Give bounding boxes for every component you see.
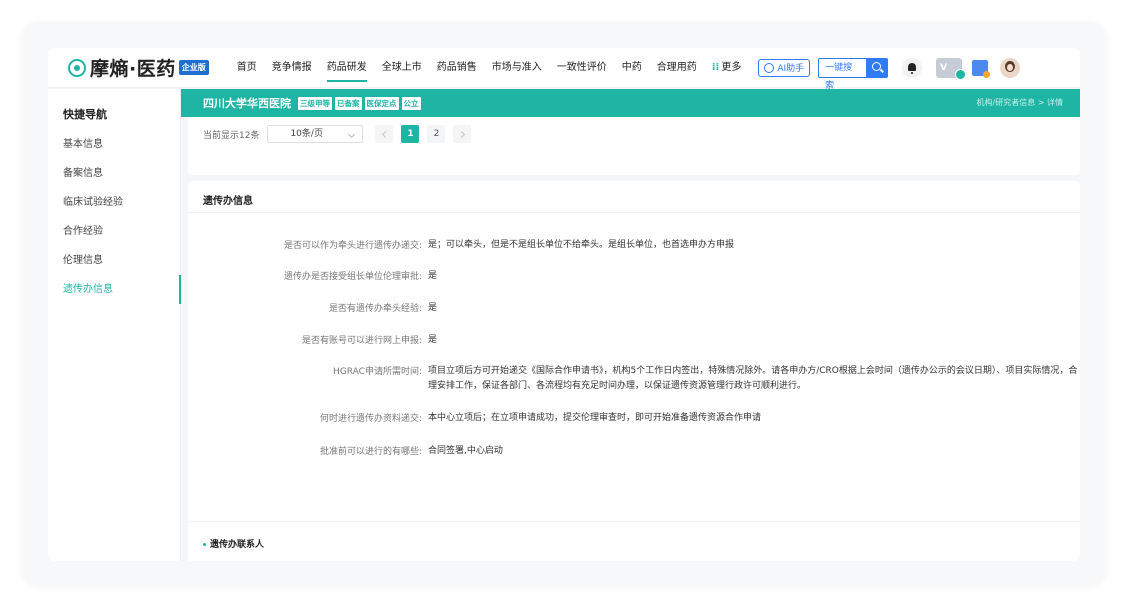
pagination: 当前显示12条 10条/页 1 2 — [188, 117, 1080, 143]
menu-item-market-access[interactable]: 市场与准入 — [492, 48, 542, 88]
page-size-select[interactable]: 10条/页 — [267, 125, 364, 143]
menu-item-global-market[interactable]: 全球上市 — [382, 48, 422, 88]
info-value: 是 — [428, 303, 438, 313]
sidebar-item-hgrac[interactable]: 遗传办信息 — [48, 275, 181, 304]
logo-text: 摩熵·医药 — [90, 58, 176, 80]
info-row: 批准前可以进行的有哪些: 合同签署,中心启动 — [188, 444, 1080, 459]
info-row: 是否有遗传办牵头经验: 是 — [188, 301, 1080, 316]
menu-item-competition[interactable]: 竞争情报 — [272, 48, 312, 88]
sidebar-title: 快捷导航 — [63, 108, 107, 121]
ai-icon — [764, 62, 775, 73]
menu-more-label: 更多 — [721, 61, 742, 73]
next-page-button[interactable] — [453, 125, 472, 143]
contacts-title: 遗传办联系人 — [203, 537, 264, 550]
info-row: 是否有账号可以进行网上申报: 是 — [188, 333, 1080, 348]
breadcrumb[interactable]: 机构/研究者信息 > 详情 — [977, 97, 1063, 108]
quick-search-input[interactable]: 一键搜索 — [818, 57, 867, 91]
info-row: 遗传办是否接受组长单位伦理审批: 是 — [188, 269, 1080, 284]
info-label: 批准前可以进行的有哪些: — [319, 447, 422, 457]
vip-label: V — [940, 62, 948, 73]
chevron-down-icon — [348, 130, 356, 139]
menu-item-home[interactable]: 首页 — [237, 48, 257, 88]
pagination-card: 当前显示12条 10条/页 1 2 — [188, 117, 1080, 175]
search-icon[interactable] — [866, 57, 889, 78]
info-label: 何时进行遗传办资料递交: — [319, 414, 422, 424]
sidebar-item-basic-info[interactable]: 基本信息 — [48, 130, 180, 159]
menu-item-rd[interactable]: 药品研发 — [326, 48, 367, 88]
pagination-summary: 当前显示12条 — [203, 130, 260, 141]
top-nav: 摩熵·医药 企业版 首页 竞争情报 药品研发 全球上市 药品销售 市场与准入 一… — [48, 48, 1080, 91]
menu-more[interactable]: ⁞⁞ 更多 — [712, 48, 742, 88]
info-value: 本中心立项后；在立项申请成功，提交伦理审查时，即可开始准备遗传资源合作申请 — [428, 413, 762, 423]
ai-assistant-button[interactable]: AI助手 — [758, 58, 811, 77]
info-row: HGRAC申请所需时间: 项目立项后方可开始递交《国际合作申请书》，机构5个工作… — [188, 364, 1080, 394]
prev-page-button[interactable] — [375, 125, 394, 143]
check-icon — [955, 68, 967, 80]
logo[interactable]: 摩熵·医药 企业版 — [68, 54, 209, 81]
sidebar-item-filing-info[interactable]: 备案信息 — [48, 159, 180, 188]
info-label: 是否有遗传办牵头经验: — [328, 304, 422, 314]
sidebar-item-cooperation[interactable]: 合作经验 — [48, 217, 180, 246]
menu-item-tcm[interactable]: 中药 — [622, 48, 642, 88]
section-title: 遗传办信息 — [188, 181, 1080, 213]
menu-item-sales[interactable]: 药品销售 — [437, 48, 477, 88]
ai-assistant-label: AI助手 — [777, 64, 805, 74]
quick-search: 一键搜索 — [818, 57, 889, 91]
sidebar: 快捷导航 基本信息 备案信息 临床试验经验 合作经验 伦理信息 遗传办信息 — [48, 89, 181, 561]
menu-item-rational-use[interactable]: 合理用药 — [657, 48, 697, 88]
tag-insurance: 医保定点 — [364, 96, 399, 110]
sidebar-item-ethics[interactable]: 伦理信息 — [48, 246, 180, 275]
info-label: 遗传办是否接受组长单位伦理审批: — [283, 272, 422, 282]
hgrac-info-card: 遗传办信息 是否可以作为牵头进行遗传办递交: 是；可以牵头，但是不是组长单位不给… — [188, 181, 1080, 561]
info-label: 是否可以作为牵头进行遗传办递交: — [283, 241, 422, 251]
info-value: 是 — [428, 271, 438, 281]
page-size-value: 10条/页 — [290, 129, 323, 139]
info-value: 是 — [428, 335, 438, 345]
book-icon[interactable] — [972, 59, 991, 78]
grid-dots-icon: ⁞⁞ — [711, 61, 720, 73]
edition-badge: 企业版 — [178, 60, 209, 75]
divider — [188, 521, 1080, 522]
info-row: 何时进行遗传办资料递交: 本中心立项后；在立项申请成功，提交伦理审查时，即可开始… — [188, 411, 1080, 426]
app-window: 摩熵·医药 企业版 首页 竞争情报 药品研发 全球上市 药品销售 市场与准入 一… — [48, 48, 1080, 561]
info-label: 是否有账号可以进行网上申报: — [301, 336, 422, 346]
page-button-1[interactable]: 1 — [401, 125, 420, 143]
tag-grade: 三级甲等 — [298, 96, 332, 110]
info-row: 是否可以作为牵头进行遗传办递交: 是；可以牵头，但是不是组长单位不给牵头。是组长… — [188, 238, 1080, 253]
info-value: 项目立项后方可开始递交《国际合作申请书》，机构5个工作日内签出，特殊情况除外。请… — [428, 366, 1078, 391]
vip-badge[interactable]: V — [936, 57, 967, 80]
hospital-header: 四川大学华西医院 三级甲等 已备案 医保定点 公立 机构/研究者信息 > 详情 — [181, 89, 1080, 117]
main-menu: 首页 竞争情报 药品研发 全球上市 药品销售 市场与准入 一致性评价 中药 合理… — [237, 48, 757, 88]
tag-public: 公立 — [401, 96, 421, 110]
info-value: 合同签署,中心启动 — [428, 446, 503, 456]
sidebar-item-clinical-trial[interactable]: 临床试验经验 — [48, 188, 180, 217]
tag-filed: 已备案 — [335, 96, 362, 110]
hospital-name: 四川大学华西医院 — [203, 97, 291, 110]
page-button-2[interactable]: 2 — [427, 125, 446, 143]
logo-icon — [68, 58, 86, 77]
bell-icon[interactable] — [902, 57, 923, 78]
avatar[interactable] — [1000, 57, 1021, 78]
info-value: 是；可以牵头，但是不是组长单位不给牵头。是组长单位，也首选申办方申报 — [428, 240, 735, 250]
info-label: HGRAC申请所需时间: — [333, 367, 422, 377]
menu-item-consistency[interactable]: 一致性评价 — [557, 48, 607, 88]
